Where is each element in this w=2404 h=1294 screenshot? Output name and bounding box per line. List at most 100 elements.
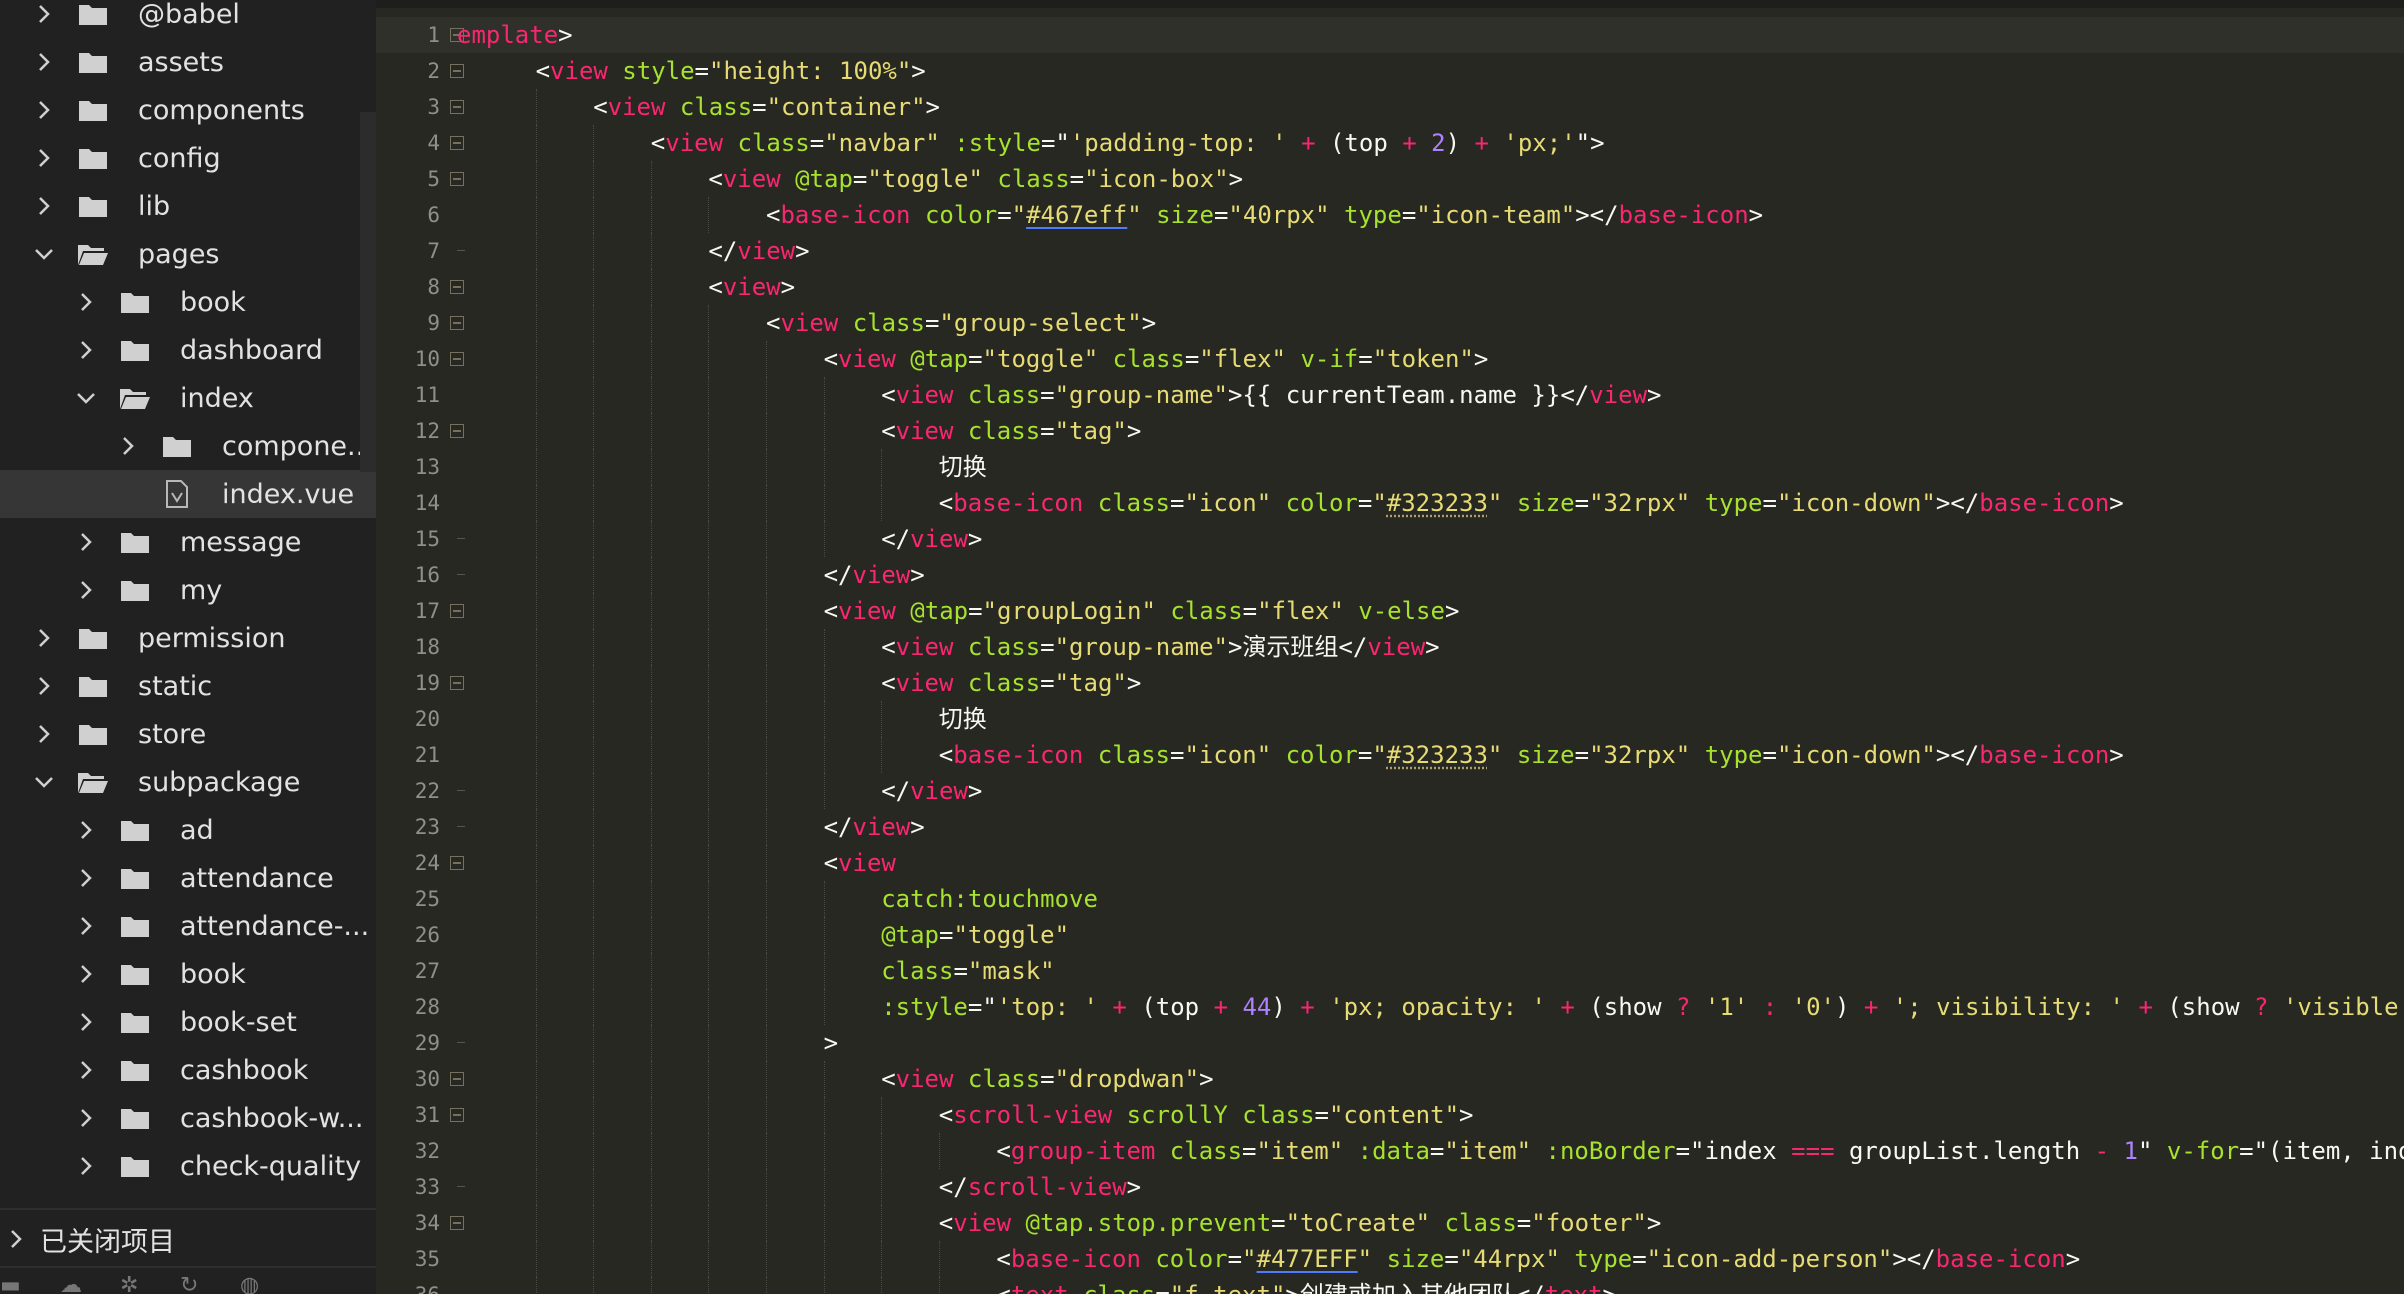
chevron-right-icon[interactable] <box>74 1010 98 1034</box>
folder-item[interactable]: book <box>0 278 376 326</box>
code-line[interactable]: 20 切换 <box>376 701 2404 737</box>
folder-item[interactable]: pages <box>0 230 376 278</box>
fold-toggle-icon[interactable] <box>450 64 464 78</box>
code-line[interactable]: 9 <view class="group-select"> <box>376 305 2404 341</box>
bug-icon[interactable]: ✲ <box>120 1276 148 1294</box>
code-line[interactable]: 35 <base-icon color="#477EFF" size="44rpx… <box>376 1241 2404 1277</box>
code-line[interactable]: 34 <view @tap.stop.prevent="toCreate" cla… <box>376 1205 2404 1241</box>
folder-item[interactable]: attendance-... <box>0 902 376 950</box>
folder-item[interactable]: index <box>0 374 376 422</box>
chevron-right-icon[interactable] <box>32 194 56 218</box>
code-line[interactable]: 13 切换 <box>376 449 2404 485</box>
folder-item[interactable]: cashbook-w... <box>0 1094 376 1142</box>
folder-item[interactable]: permission <box>0 614 376 662</box>
code-line[interactable]: 31 <scroll-view scrollY class="content"> <box>376 1097 2404 1133</box>
fold-toggle-icon[interactable] <box>450 676 464 690</box>
closed-projects-header[interactable]: 已关闭项目 <box>0 1208 376 1268</box>
code-line[interactable]: 25 catch:touchmove <box>376 881 2404 917</box>
folder-item[interactable]: message <box>0 518 376 566</box>
chevron-right-icon[interactable] <box>32 50 56 74</box>
code-line[interactable]: 16 </view> <box>376 557 2404 593</box>
folder-item[interactable]: static <box>0 662 376 710</box>
folder-item[interactable]: subpackage <box>0 758 376 806</box>
folder-item[interactable]: assets <box>0 38 376 86</box>
chevron-right-icon[interactable] <box>74 1058 98 1082</box>
folder-item[interactable]: compone... <box>0 422 376 470</box>
folder-item[interactable]: book-set <box>0 998 376 1046</box>
chevron-right-icon[interactable] <box>74 866 98 890</box>
folder-item[interactable]: book <box>0 950 376 998</box>
code-line[interactable]: 26 @tap="toggle" <box>376 917 2404 953</box>
fold-toggle-icon[interactable] <box>450 172 464 186</box>
chevron-right-icon[interactable] <box>74 1106 98 1130</box>
chevron-right-icon[interactable] <box>32 626 56 650</box>
fold-toggle-icon[interactable] <box>450 352 464 366</box>
code-line[interactable]: 11 <view class="group-name">{{ currentTea… <box>376 377 2404 413</box>
chevron-right-icon[interactable] <box>74 1154 98 1178</box>
code-line[interactable]: 8 <view> <box>376 269 2404 305</box>
folder-item[interactable]: store <box>0 710 376 758</box>
code-editor[interactable]: 1 emplate> 2 <view style="height: 100%"> 3 <v… <box>376 0 2404 1294</box>
folder-item[interactable]: lib <box>0 182 376 230</box>
code-line[interactable]: 32 <group-item class="item" :data="item" … <box>376 1133 2404 1169</box>
code-line[interactable]: 17 <view @tap="groupLogin" class="flex" v… <box>376 593 2404 629</box>
fold-toggle-icon[interactable] <box>450 856 464 870</box>
code-line[interactable]: 29 > <box>376 1025 2404 1061</box>
folder-item[interactable]: my <box>0 566 376 614</box>
fold-toggle-icon[interactable] <box>450 1216 464 1230</box>
chevron-right-icon[interactable] <box>32 98 56 122</box>
fold-toggle-icon[interactable] <box>450 1072 464 1086</box>
folder-item[interactable]: config <box>0 134 376 182</box>
folder-item[interactable]: @babel <box>0 0 376 38</box>
code-line[interactable]: 4 <view class="navbar" :style="'padding-t… <box>376 125 2404 161</box>
folder-icon[interactable]: ▬ <box>0 1276 28 1294</box>
file-item[interactable]: index.vue <box>0 470 376 518</box>
fold-toggle-icon[interactable] <box>450 316 464 330</box>
fold-toggle-icon[interactable] <box>450 1108 464 1122</box>
chevron-right-icon[interactable] <box>32 2 56 26</box>
fold-toggle-icon[interactable] <box>450 100 464 114</box>
chevron-down-icon[interactable] <box>32 770 56 794</box>
code-line[interactable]: 19 <view class="tag"> <box>376 665 2404 701</box>
code-line[interactable]: 14 <base-icon class="icon" color="#323233… <box>376 485 2404 521</box>
folder-item[interactable]: check-quality <box>0 1142 376 1190</box>
fold-toggle-icon[interactable] <box>450 424 464 438</box>
code-line[interactable]: 24 <view <box>376 845 2404 881</box>
code-line[interactable]: 10 <view @tap="toggle" class="flex" v-if=… <box>376 341 2404 377</box>
chevron-right-icon[interactable] <box>32 146 56 170</box>
folder-item[interactable]: ad <box>0 806 376 854</box>
code-line[interactable]: 2 <view style="height: 100%"> <box>376 53 2404 89</box>
code-line[interactable]: 30 <view class="dropdwan"> <box>376 1061 2404 1097</box>
chevron-right-icon[interactable] <box>74 530 98 554</box>
code-line[interactable]: 23 </view> <box>376 809 2404 845</box>
globe-icon[interactable]: ◍ <box>240 1276 268 1294</box>
folder-item[interactable]: attendance <box>0 854 376 902</box>
folder-item[interactable]: components <box>0 86 376 134</box>
code-line[interactable]: 18 <view class="group-name">演示班组</view> <box>376 629 2404 665</box>
chevron-right-icon[interactable] <box>32 674 56 698</box>
chevron-right-icon[interactable] <box>74 962 98 986</box>
chevron-right-icon[interactable] <box>74 818 98 842</box>
chevron-right-icon[interactable] <box>74 338 98 362</box>
code-area[interactable]: 1 emplate> 2 <view style="height: 100%"> 3 <v… <box>376 0 2404 1294</box>
code-line[interactable]: 6 <base-icon color="#467eff" size="40rpx"… <box>376 197 2404 233</box>
code-line[interactable]: 21 <base-icon class="icon" color="#323233… <box>376 737 2404 773</box>
folder-item[interactable]: dashboard <box>0 326 376 374</box>
code-line[interactable]: 28:style="'top: ' + (top + 44) + 'px; op… <box>376 989 2404 1025</box>
chevron-right-icon[interactable] <box>32 722 56 746</box>
folder-item[interactable]: cashbook <box>0 1046 376 1094</box>
refresh-icon[interactable]: ↻ <box>180 1276 208 1294</box>
code-line[interactable]: 33 </scroll-view> <box>376 1169 2404 1205</box>
code-line[interactable]: 1 emplate> <box>376 17 2404 53</box>
sidebar-scrollbar[interactable] <box>360 112 376 472</box>
chevron-right-icon[interactable] <box>74 578 98 602</box>
chevron-right-icon[interactable] <box>74 914 98 938</box>
code-line[interactable]: 27 class="mask" <box>376 953 2404 989</box>
fold-toggle-icon[interactable] <box>450 280 464 294</box>
fold-toggle-icon[interactable] <box>450 604 464 618</box>
code-line[interactable]: 15 </view> <box>376 521 2404 557</box>
code-line[interactable]: 7 </view> <box>376 233 2404 269</box>
code-line[interactable]: 5 <view @tap="toggle" class="icon-box"> <box>376 161 2404 197</box>
code-line[interactable]: 36 <text class="f-text">创建或加入其他团队</text> <box>376 1277 2404 1294</box>
code-line[interactable]: 3 <view class="container"> <box>376 89 2404 125</box>
